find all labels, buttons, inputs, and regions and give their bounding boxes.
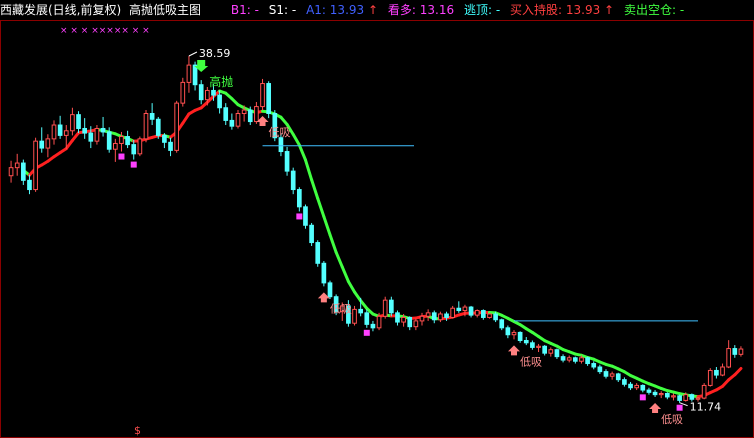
sell-empty-value: -	[679, 3, 685, 17]
s1-label: S1:	[268, 3, 289, 17]
buy-hold-readout: 买入持股: 13.93 ↑	[510, 3, 618, 17]
stock-chart-window: { "header": { "stock_name": "西藏发展(日线,前复权…	[0, 0, 754, 438]
taoding-readout: 逃顶: -	[464, 3, 504, 17]
a1-up-arrow: ↑	[367, 3, 379, 17]
sell-empty-label: 卖出空仓:	[623, 3, 676, 17]
buy-hold-label: 买入持股:	[509, 3, 563, 17]
kanduo-label: 看多:	[387, 3, 416, 17]
b1-value: -	[254, 3, 259, 17]
b1-label: B1:	[230, 3, 251, 17]
buy-hold-up-arrow: ↑	[604, 3, 615, 17]
b1-readout: B1: -	[231, 3, 263, 17]
s1-value: -	[291, 3, 297, 17]
a1-value: 13.93	[329, 3, 365, 17]
indicator-name: 高抛低吸主图	[129, 3, 202, 17]
stock-title: 西藏发展(日线,前复权) 高抛低吸主图	[0, 3, 205, 17]
kanduo-readout: 看多: 13.16	[388, 3, 458, 17]
a1-readout: A1: 13.93 ↑	[306, 3, 382, 17]
a1-label: A1:	[306, 3, 326, 17]
chart-frame	[0, 20, 754, 438]
indicator-header: 西藏发展(日线,前复权) 高抛低吸主图 B1: - S1: - A1: 13.9…	[0, 0, 754, 20]
taoding-value: -	[495, 3, 501, 17]
sell-empty-readout: 卖出空仓: -	[624, 3, 684, 17]
taoding-label: 逃顶:	[463, 3, 492, 17]
kanduo-value: 13.16	[419, 3, 455, 17]
buy-hold-value: 13.93	[565, 3, 601, 17]
stock-name: 西藏发展(日线,前复权)	[0, 3, 122, 17]
s1-readout: S1: -	[269, 3, 300, 17]
